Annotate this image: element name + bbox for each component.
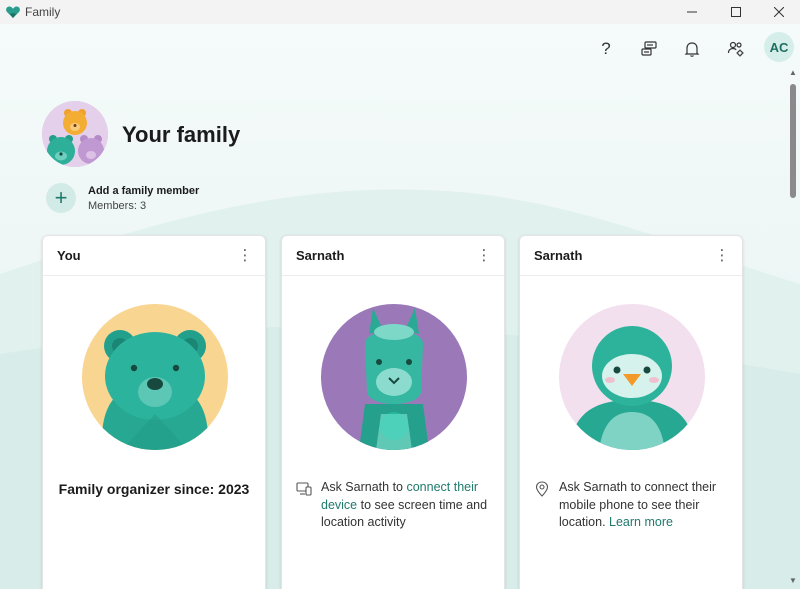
scroll-thumb[interactable]: [790, 84, 796, 198]
scroll-down-icon[interactable]: ▼: [789, 576, 797, 585]
family-bears-icon: [42, 101, 108, 167]
member-card-sarnath-1[interactable]: Sarnath ⋮ Ask Sarnath to connect their d…: [281, 235, 505, 589]
member-card-you[interactable]: You ⋮ Family organizer since: 2023: [42, 235, 266, 589]
bear-icon: [82, 304, 228, 450]
more-options-icon[interactable]: ⋮: [235, 244, 255, 266]
family-group-avatar: [42, 101, 108, 167]
organizer-since: Family organizer since: 2023: [58, 481, 250, 497]
card-header: Sarnath ⋮: [282, 236, 504, 276]
add-family-member-button[interactable]: +: [46, 183, 76, 213]
scrollbar[interactable]: ▲ ▼: [786, 68, 800, 589]
bear-avatar: [82, 304, 228, 450]
member-name: Sarnath: [296, 248, 345, 263]
more-options-icon[interactable]: ⋮: [712, 244, 732, 266]
member-name: Sarnath: [534, 248, 583, 263]
device-icon: [296, 482, 312, 496]
connect-device-message: Ask Sarnath to connect their device to s…: [321, 480, 488, 529]
card-header: You ⋮: [43, 236, 265, 276]
scroll-up-icon[interactable]: ▲: [789, 68, 797, 77]
bell-icon: [684, 42, 700, 57]
penguin-avatar: [559, 304, 705, 450]
feedback-button[interactable]: [634, 34, 664, 64]
close-button[interactable]: [757, 0, 800, 24]
page-title: Your family: [122, 122, 241, 147]
manage-family-button[interactable]: [721, 34, 751, 64]
main-content: ? AC ▲ ▼ Your family + Add a family memb…: [0, 24, 800, 589]
manage-family-icon: [727, 41, 744, 57]
close-icon: [774, 7, 784, 17]
more-options-icon[interactable]: ⋮: [474, 244, 494, 266]
penguin-icon: [559, 304, 705, 450]
window-title: Family: [25, 5, 61, 19]
learn-more-link[interactable]: Learn more: [609, 515, 673, 529]
connect-phone-message: Ask Sarnath to connect their mobile phon…: [559, 480, 717, 529]
card-header: Sarnath ⋮: [520, 236, 742, 276]
maximize-icon: [731, 7, 741, 17]
feedback-icon: [641, 41, 657, 56]
location-pin-icon: [535, 481, 549, 497]
question-icon: ?: [601, 39, 611, 58]
member-name: You: [57, 248, 81, 263]
llama-avatar: [321, 304, 467, 450]
minimize-icon: [687, 11, 697, 13]
members-count: Members: 3: [88, 200, 147, 212]
family-heart-icon: [6, 6, 20, 18]
title-bar: Family: [0, 0, 800, 24]
account-avatar[interactable]: AC: [764, 32, 794, 62]
plus-icon: +: [54, 185, 68, 210]
member-card-sarnath-2[interactable]: Sarnath ⋮ Ask Sarnath to connect their m: [519, 235, 743, 589]
maximize-button[interactable]: [714, 0, 758, 24]
llama-icon: [321, 304, 467, 450]
add-family-member-link[interactable]: Add a family member: [88, 185, 199, 197]
notifications-button[interactable]: [677, 34, 707, 64]
help-button[interactable]: ?: [591, 34, 621, 64]
minimize-button[interactable]: [670, 0, 714, 24]
